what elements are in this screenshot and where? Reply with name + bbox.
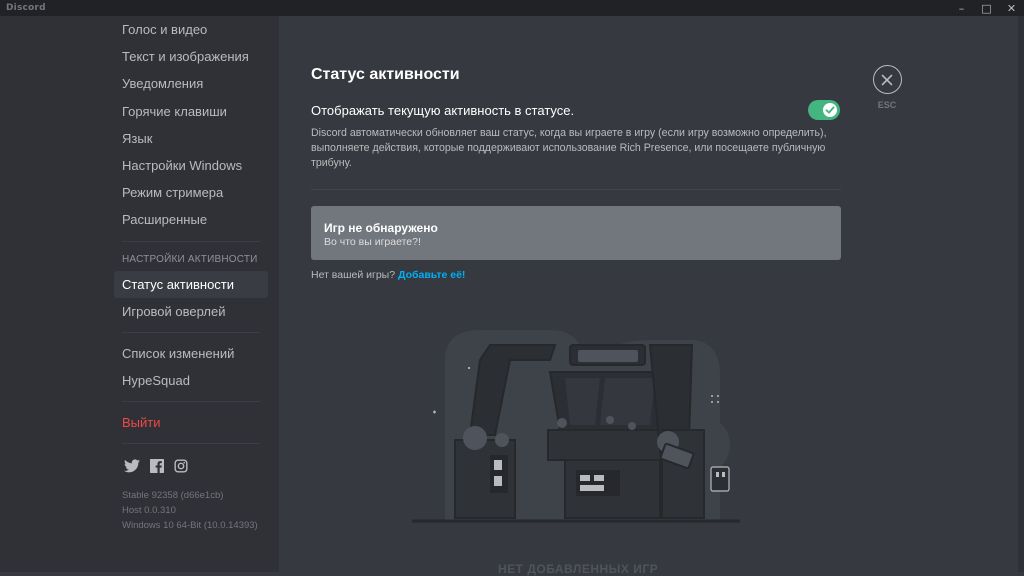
sidebar-item-changelog[interactable]: Список изменений xyxy=(114,340,268,367)
sidebar-divider xyxy=(122,331,260,333)
window-controls: – □ ✕ xyxy=(949,0,1024,16)
title-bar: Discord – □ ✕ xyxy=(0,0,1024,16)
sidebar-item-activity-status[interactable]: Статус активности xyxy=(114,270,268,298)
sidebar-divider xyxy=(122,443,260,445)
content-divider xyxy=(311,189,841,190)
version-os: Windows 10 64-Bit (10.0.14393) xyxy=(122,520,258,532)
no-game-title: Игр не обнаружено xyxy=(324,221,438,235)
minimize-button[interactable]: – xyxy=(949,0,974,16)
page-title: Статус активности xyxy=(311,66,460,83)
sidebar-item-streamer-mode[interactable]: Режим стримера xyxy=(114,179,268,206)
close-settings-button[interactable] xyxy=(872,65,902,94)
settings-sidebar: Голос и видео Текст и изображения Уведом… xyxy=(0,16,279,572)
activity-description: Discord автоматически обновляет ваш стат… xyxy=(311,127,827,169)
content-scrollbar[interactable] xyxy=(1018,16,1024,572)
activity-status-toggle[interactable] xyxy=(808,100,840,120)
esc-close[interactable]: ESC xyxy=(872,65,902,110)
facebook-icon[interactable] xyxy=(150,459,164,474)
sidebar-item-language[interactable]: Язык xyxy=(114,125,268,152)
sidebar-item-windows-settings[interactable]: Настройки Windows xyxy=(114,152,268,179)
no-game-subtitle: Во что вы играете?! xyxy=(324,236,421,248)
twitter-icon[interactable] xyxy=(124,459,140,473)
add-game-prefix: Нет вашей игры? xyxy=(311,269,396,281)
add-game-link[interactable]: Добавьте её! xyxy=(398,269,465,281)
sidebar-section-header: НАСТРОЙКИ АКТИВНОСТИ xyxy=(122,253,258,265)
version-stable: Stable 92358 (d66e1cb) xyxy=(122,490,224,502)
sidebar-item-advanced[interactable]: Расширенные xyxy=(114,206,268,233)
instagram-icon[interactable] xyxy=(174,459,188,473)
app-brand: Discord xyxy=(6,3,46,13)
empty-games-title: НЕТ ДОБАВЛЕННЫХ ИГР xyxy=(498,562,659,576)
no-game-card: Игр не обнаружено Во что вы играете?! xyxy=(311,206,841,260)
sidebar-item-voice-video[interactable]: Голос и видео xyxy=(114,16,268,43)
sidebar-item-keybinds[interactable]: Горячие клавиши xyxy=(114,98,268,125)
sidebar-divider xyxy=(122,240,260,242)
arcade-illustration xyxy=(400,320,745,534)
sidebar-item-text-images[interactable]: Текст и изображения xyxy=(114,43,268,70)
version-host: Host 0.0.310 xyxy=(122,505,176,517)
sidebar-item-notifications[interactable]: Уведомления xyxy=(114,70,268,97)
activity-toggle-row: Отображать текущую активность в статусе. xyxy=(311,100,841,120)
esc-label: ESC xyxy=(877,100,897,110)
sidebar-divider xyxy=(122,401,260,403)
version-info: Stable 92358 (d66e1cb) Host 0.0.310 Wind… xyxy=(114,488,268,533)
settings-nav: Голос и видео Текст и изображения Уведом… xyxy=(114,16,268,533)
add-game-row: Нет вашей игры? Добавьте её! xyxy=(311,269,465,281)
maximize-button[interactable]: □ xyxy=(974,0,999,16)
close-window-button[interactable]: ✕ xyxy=(999,0,1024,16)
check-icon xyxy=(825,106,835,114)
activity-toggle-label: Отображать текущую активность в статусе. xyxy=(311,103,575,118)
logout-button[interactable]: Выйти xyxy=(114,409,268,436)
sidebar-item-game-overlay[interactable]: Игровой оверлей xyxy=(114,298,268,325)
toggle-knob xyxy=(823,103,837,117)
social-links xyxy=(114,456,268,476)
close-icon xyxy=(881,74,893,85)
sidebar-item-hypesquad[interactable]: HypeSquad xyxy=(114,367,268,394)
